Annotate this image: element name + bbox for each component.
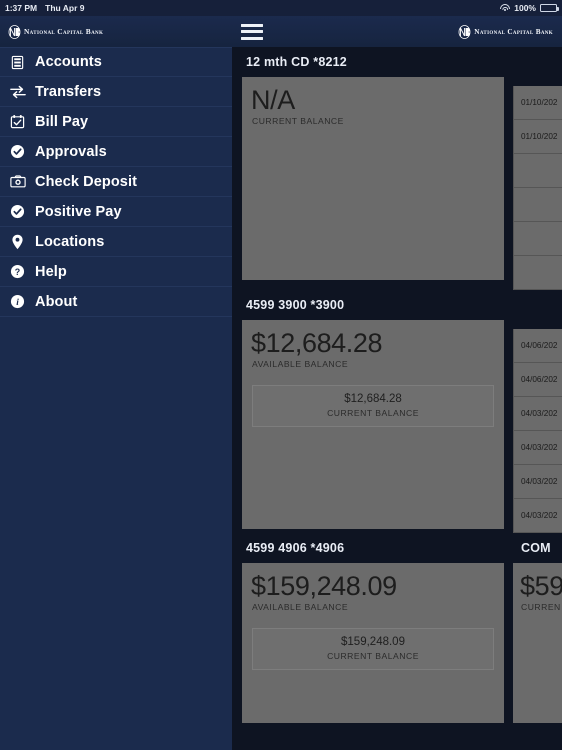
sidebar-item-label: Check Deposit (35, 173, 138, 190)
sidebar-item-locations[interactable]: Locations (0, 227, 232, 257)
brand-logo-right-text: National Capital Bank (474, 27, 553, 36)
status-time: 1:37 PM (5, 3, 38, 13)
sidebar-item-label: Locations (35, 233, 105, 250)
available-balance-label: AVAILABLE BALANCE (252, 602, 349, 613)
account-row: N/A CURRENT BALANCE 01/10/202 01/10/202 (232, 77, 562, 290)
sidebar-item-transfers[interactable]: Transfers (0, 77, 232, 107)
sidebar-item-bill-pay[interactable]: Bill Pay (0, 107, 232, 137)
question-circle-icon: ? (9, 263, 26, 280)
available-balance-label: CURRENT BALANCE (252, 116, 344, 127)
sidebar-item-approvals[interactable]: Approvals (0, 137, 232, 167)
sidebar-item-about[interactable]: i About (0, 287, 232, 317)
side-account-card-section: COM $59 CURREN (513, 533, 562, 723)
brand-logo-right: National Capital Bank (458, 24, 553, 39)
account-row: $159,248.09 AVAILABLE BALANCE $159,248.0… (232, 563, 504, 723)
transaction-row[interactable]: 01/10/202 (513, 86, 562, 120)
account-title: 12 mth CD *8212 (232, 47, 562, 77)
battery-percent: 100% (514, 3, 536, 13)
transaction-row[interactable] (513, 256, 562, 290)
transaction-row[interactable] (513, 188, 562, 222)
available-balance-value: $12,684.28 (251, 328, 383, 358)
available-balance-label: AVAILABLE BALANCE (252, 359, 349, 370)
status-bar: 1:37 PM Thu Apr 9 100% (0, 0, 562, 16)
map-pin-icon (9, 233, 26, 250)
account-title: 4599 4906 *4906 (232, 533, 504, 563)
current-balance-label: CURRENT BALANCE (327, 408, 419, 419)
account-title: 4599 3900 *3900 (232, 290, 562, 320)
ncb-monogram-icon (458, 24, 471, 39)
sidebar-item-positive-pay[interactable]: Positive Pay (0, 197, 232, 227)
ncb-monogram-icon (8, 24, 21, 39)
status-right-group: 100% (500, 3, 559, 13)
current-balance-label: CURRENT BALANCE (327, 651, 419, 662)
sidebar-item-label: Approvals (35, 143, 107, 160)
balance-card[interactable]: N/A CURRENT BALANCE (242, 77, 504, 280)
balance-card[interactable]: $59 CURREN (513, 563, 562, 723)
accounts-icon (9, 54, 26, 71)
account-card-section: 4599 4906 *4906 $159,248.09 AVAILABLE BA… (232, 533, 562, 723)
battery-full-icon (540, 4, 559, 12)
hamburger-menu-icon[interactable] (241, 23, 263, 40)
svg-text:?: ? (15, 267, 20, 277)
sidebar-item-label: About (35, 293, 78, 310)
transaction-row[interactable]: 04/03/202 (513, 499, 562, 533)
account-row: $12,684.28 AVAILABLE BALANCE $12,684.28 … (232, 320, 562, 533)
transaction-row[interactable] (513, 154, 562, 188)
account-card-section: 12 mth CD *8212 N/A CURRENT BALANCE 01/1… (232, 47, 562, 290)
available-balance-label: CURREN (521, 602, 561, 613)
transaction-row[interactable] (513, 222, 562, 256)
transfers-icon (9, 83, 26, 100)
check-circle-icon (9, 143, 26, 160)
sidebar-item-label: Bill Pay (35, 113, 89, 130)
camera-icon (9, 173, 26, 190)
account-card-section: 4599 3900 *3900 $12,684.28 AVAILABLE BAL… (232, 290, 562, 533)
current-balance-value: $159,248.09 (341, 636, 405, 649)
brand-logo-left: National Capital Bank (8, 24, 104, 39)
sidebar-item-help[interactable]: ? Help (0, 257, 232, 287)
info-circle-icon: i (9, 293, 26, 310)
wifi-icon (500, 4, 511, 12)
svg-text:i: i (16, 298, 19, 308)
current-balance-box: $159,248.09 CURRENT BALANCE (252, 628, 494, 671)
available-balance-value: N/A (251, 85, 295, 115)
sidebar-item-accounts[interactable]: Accounts (0, 47, 232, 77)
transaction-row[interactable]: 04/03/202 (513, 465, 562, 499)
calendar-check-icon (9, 113, 26, 130)
transaction-list[interactable]: 04/06/202 04/06/202 04/03/202 04/03/202 … (513, 320, 562, 533)
current-balance-box: $12,684.28 CURRENT BALANCE (252, 385, 494, 428)
transaction-row[interactable]: 01/10/202 (513, 120, 562, 154)
transaction-list[interactable]: 01/10/202 01/10/202 (513, 77, 562, 290)
sidebar-nav: Accounts Transfers Bill Pay Approvals Ch… (0, 47, 232, 750)
app-header: National Capital Bank National Capital B… (0, 16, 562, 47)
transaction-row[interactable]: 04/03/202 (513, 397, 562, 431)
sidebar-item-label: Help (35, 263, 67, 280)
sidebar-item-label: Transfers (35, 83, 102, 100)
sidebar-item-label: Accounts (35, 54, 102, 70)
balance-card[interactable]: $159,248.09 AVAILABLE BALANCE $159,248.0… (242, 563, 504, 723)
current-balance-value: $12,684.28 (344, 393, 402, 406)
account-title: COM (513, 533, 562, 563)
balance-card[interactable]: $12,684.28 AVAILABLE BALANCE $12,684.28 … (242, 320, 504, 529)
available-balance-value: $59 (520, 571, 562, 601)
transaction-row[interactable]: 04/06/202 (513, 363, 562, 397)
transaction-row[interactable]: 04/03/202 (513, 431, 562, 465)
available-balance-value: $159,248.09 (251, 571, 397, 601)
check-circle-icon (9, 203, 26, 220)
transaction-row[interactable]: 04/06/202 (513, 329, 562, 363)
sidebar-item-label: Positive Pay (35, 203, 122, 220)
status-date: Thu Apr 9 (45, 3, 85, 13)
sidebar-item-check-deposit[interactable]: Check Deposit (0, 167, 232, 197)
accounts-content[interactable]: 12 mth CD *8212 N/A CURRENT BALANCE 01/1… (232, 47, 562, 750)
brand-logo-left-text: National Capital Bank (24, 27, 104, 36)
